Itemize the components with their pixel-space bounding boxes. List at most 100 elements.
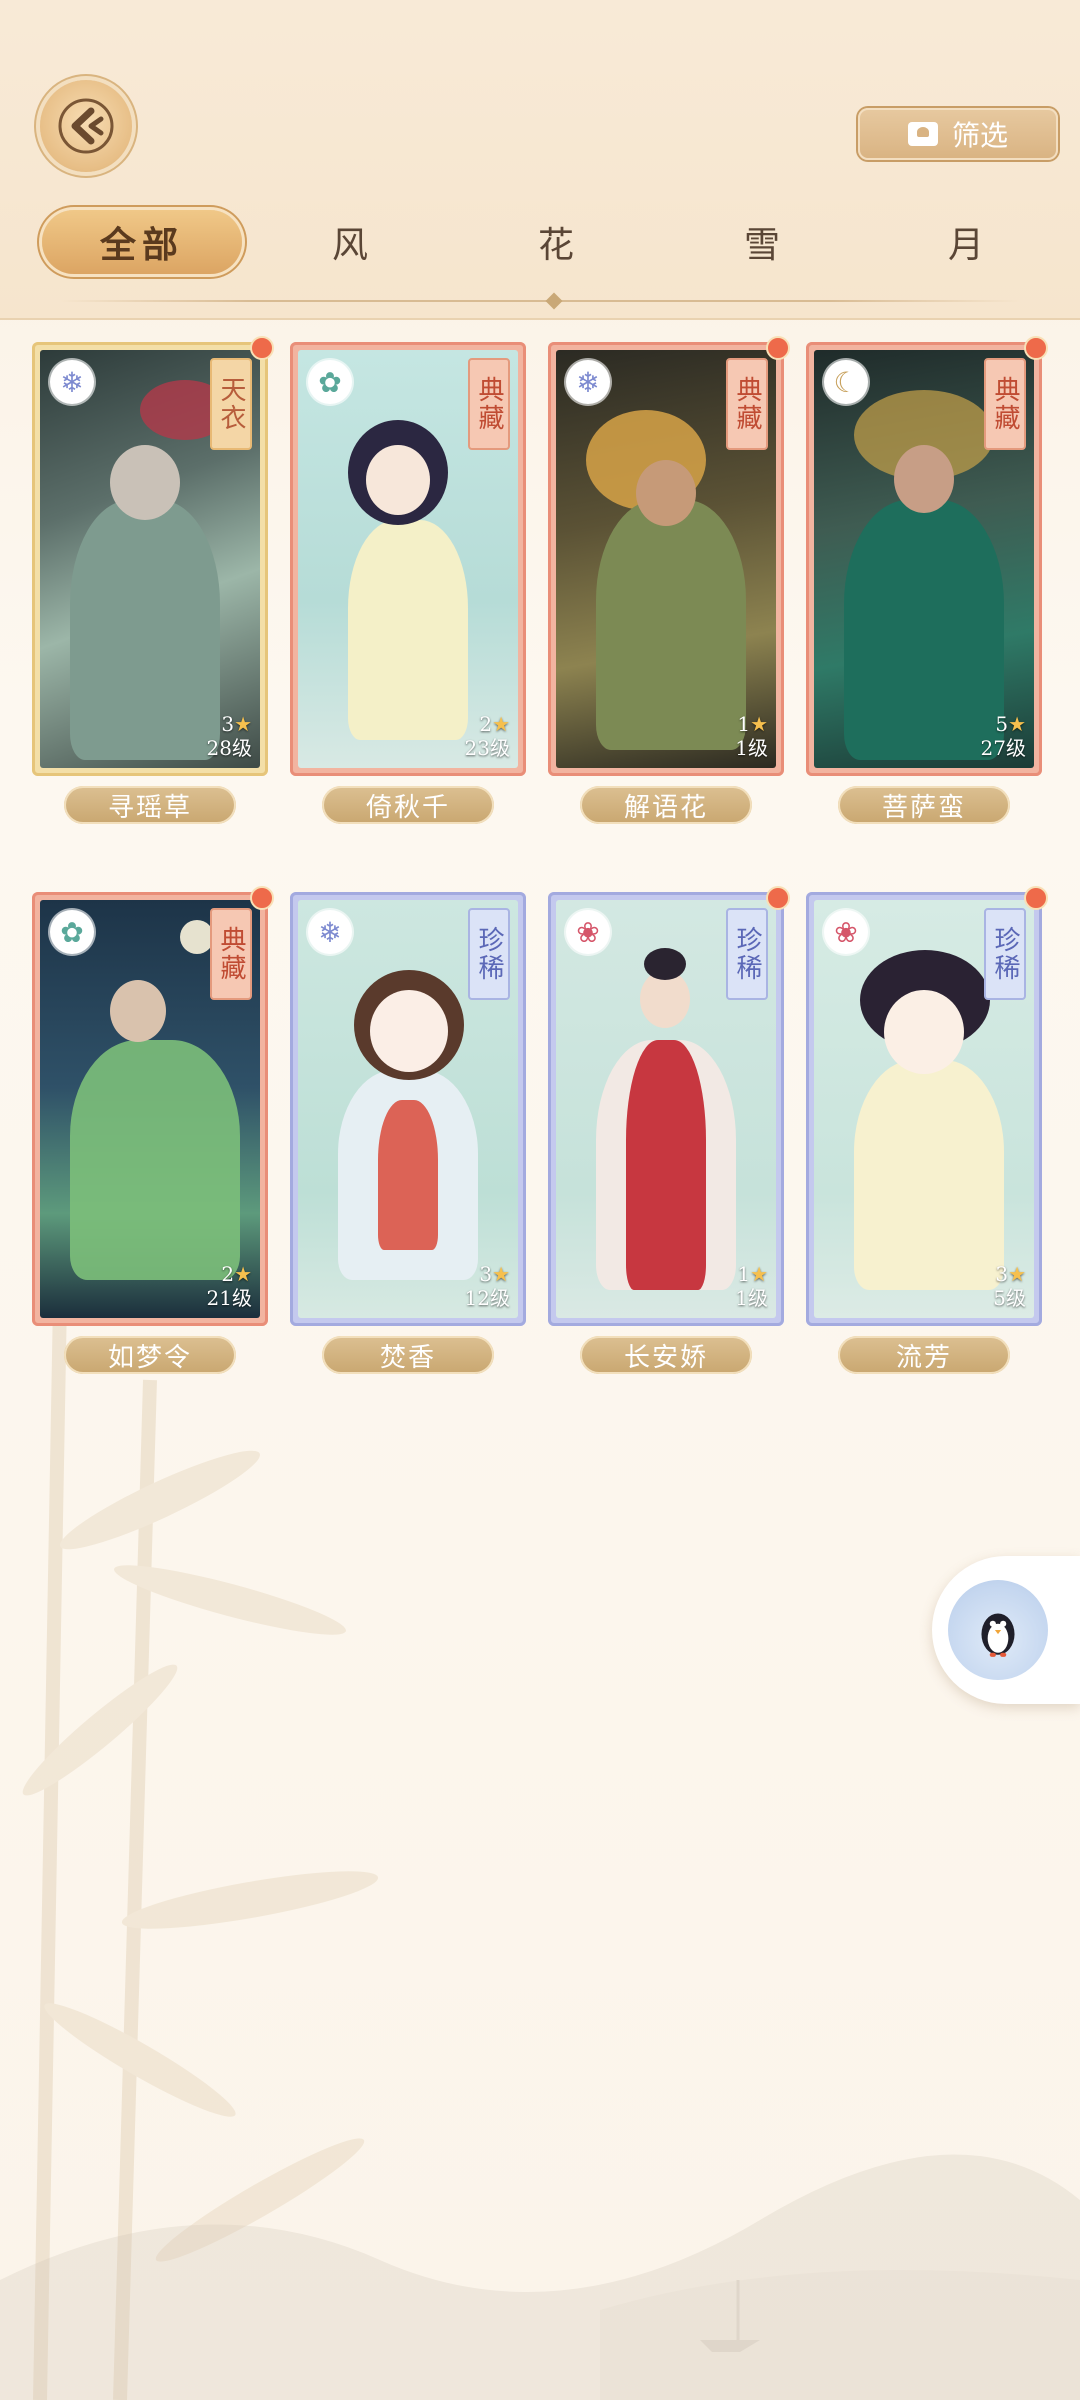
outfit-card[interactable]: ❄ 天衣 3★ 28级 寻瑶草: [32, 336, 274, 824]
moon-icon: ☾: [824, 360, 868, 404]
outfit-card[interactable]: ❄ 典藏 1★ 1级 解语花: [548, 336, 790, 824]
rarity-tag: 典藏: [468, 358, 510, 450]
wind-icon: ✿: [308, 360, 352, 404]
card-frame: ✿ 典藏 2★ 23级: [290, 342, 526, 776]
outfit-card[interactable]: ❀ 珍稀 3★ 5级 流芳: [806, 886, 1048, 1374]
outfit-card[interactable]: ❀ 珍稀 1★ 1级 长安娇: [548, 886, 790, 1374]
new-indicator-dot: [1024, 336, 1048, 360]
rarity-tag: 珍稀: [468, 908, 510, 1000]
card-artwork: ❄ 天衣 3★ 28级: [40, 350, 260, 768]
new-indicator-dot: [766, 336, 790, 360]
level-text: 28级: [206, 736, 252, 760]
new-indicator-dot: [250, 886, 274, 910]
star-icon: ★: [492, 712, 510, 736]
card-stats: 3★ 5级: [993, 1262, 1026, 1310]
card-artwork: ✿ 典藏 2★ 23级: [298, 350, 518, 768]
rarity-tag: 典藏: [984, 358, 1026, 450]
card-artwork: ✿ 典藏 2★ 21级: [40, 900, 260, 1318]
star-count: 3: [479, 1262, 493, 1286]
new-indicator-dot: [1024, 886, 1048, 910]
level-text: 5级: [993, 1286, 1026, 1310]
back-button[interactable]: [40, 80, 132, 172]
card-name: 菩萨蛮: [838, 786, 1010, 824]
outfit-card[interactable]: ❄ 珍稀 3★ 12级 焚香: [290, 892, 526, 1374]
star-icon: ★: [492, 1262, 510, 1286]
card-name: 长安娇: [580, 1336, 752, 1374]
card-artwork: ❄ 典藏 1★ 1级: [556, 350, 776, 768]
star-icon: ★: [1008, 712, 1026, 736]
level-text: 21级: [206, 1286, 252, 1310]
card-stats: 3★ 28级: [207, 712, 252, 760]
star-count: 1: [737, 712, 751, 736]
outfit-card[interactable]: ☾ 典藏 5★ 27级 菩萨蛮: [806, 336, 1048, 824]
card-frame: ✿ 典藏 2★ 21级: [32, 886, 274, 1326]
card-frame: ❄ 天衣 3★ 28级: [32, 336, 274, 776]
card-name: 倚秋千: [322, 786, 494, 824]
star-count: 3: [995, 1262, 1009, 1286]
star-icon: ★: [750, 1262, 768, 1286]
new-indicator-dot: [766, 886, 790, 910]
wind-icon: ✿: [50, 910, 94, 954]
back-arrow-icon: [58, 98, 114, 154]
lotus-icon: ❀: [824, 910, 868, 954]
card-stats: 3★ 12级: [465, 1262, 510, 1310]
card-name: 焚香: [322, 1336, 494, 1374]
outfit-card[interactable]: ✿ 典藏 2★ 23级 倚秋千: [290, 342, 526, 824]
card-name: 解语花: [580, 786, 752, 824]
tab-flower[interactable]: 花: [456, 210, 656, 274]
star-icon: ★: [750, 712, 768, 736]
penguin-mascot-icon: [948, 1580, 1048, 1680]
star-icon: ★: [1008, 1262, 1026, 1286]
tab-wind[interactable]: 风: [250, 210, 450, 274]
rarity-tag: 珍稀: [984, 908, 1026, 1000]
rarity-tag: 典藏: [726, 358, 768, 450]
tab-moon[interactable]: 月: [866, 210, 1066, 274]
star-count: 2: [221, 1262, 235, 1286]
filter-icon: [907, 122, 938, 146]
rarity-tag: 天衣: [210, 358, 252, 450]
card-frame: ❀ 珍稀 1★ 1级: [548, 886, 790, 1326]
outfit-card[interactable]: ✿ 典藏 2★ 21级 如梦令: [32, 886, 274, 1374]
card-frame: ❄ 典藏 1★ 1级: [548, 336, 790, 776]
snowflake-icon: ❄: [566, 360, 610, 404]
card-artwork: ❀ 珍稀 3★ 5级: [814, 900, 1034, 1318]
filter-button[interactable]: 筛选: [858, 108, 1058, 160]
new-indicator-dot: [250, 336, 274, 360]
floating-assistant-button[interactable]: [932, 1556, 1080, 1704]
card-name: 寻瑶草: [64, 786, 236, 824]
rarity-tag: 珍稀: [726, 908, 768, 1000]
card-frame: ❀ 珍稀 3★ 5级: [806, 886, 1048, 1326]
star-icon: ★: [234, 1262, 252, 1286]
star-count: 2: [479, 712, 493, 736]
tab-divider: [60, 300, 1020, 302]
filter-label: 筛选: [951, 119, 1008, 152]
level-text: 12级: [464, 1286, 510, 1310]
tab-all[interactable]: 全部: [42, 210, 242, 274]
snowflake-icon: ❄: [50, 360, 94, 404]
level-text: 27级: [980, 736, 1026, 760]
lotus-icon: ❀: [566, 910, 610, 954]
card-artwork: ❀ 珍稀 1★ 1级: [556, 900, 776, 1318]
tab-divider-ornament: [545, 292, 563, 310]
card-name: 如梦令: [64, 1336, 236, 1374]
tab-snow[interactable]: 雪: [662, 210, 862, 274]
snowflake-icon: ❄: [308, 910, 352, 954]
star-icon: ★: [234, 712, 252, 736]
rarity-tag: 典藏: [210, 908, 252, 1000]
card-name: 流芳: [838, 1336, 1010, 1374]
level-text: 23级: [464, 736, 510, 760]
card-frame: ❄ 珍稀 3★ 12级: [290, 892, 526, 1326]
card-stats: 2★ 21级: [207, 1262, 252, 1310]
header: 筛选 全部 风 花 雪 月: [0, 0, 1080, 320]
star-count: 3: [221, 712, 235, 736]
card-stats: 1★ 1级: [735, 712, 768, 760]
card-artwork: ❄ 珍稀 3★ 12级: [298, 900, 518, 1318]
card-stats: 1★ 1级: [735, 1262, 768, 1310]
card-stats: 5★ 27级: [981, 712, 1026, 760]
card-frame: ☾ 典藏 5★ 27级: [806, 336, 1048, 776]
card-stats: 2★ 23级: [465, 712, 510, 760]
level-text: 1级: [735, 736, 768, 760]
star-count: 5: [995, 712, 1009, 736]
level-text: 1级: [735, 1286, 768, 1310]
card-artwork: ☾ 典藏 5★ 27级: [814, 350, 1034, 768]
